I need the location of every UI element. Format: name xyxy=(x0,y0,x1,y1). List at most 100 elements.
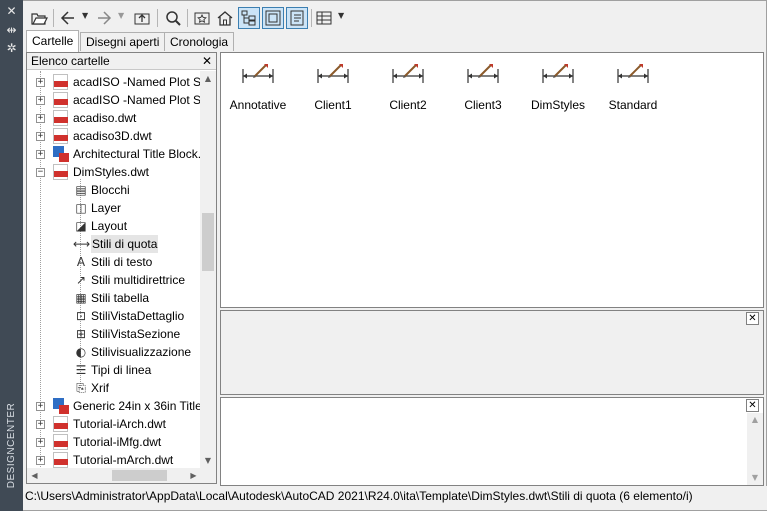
dwt-file-icon xyxy=(53,164,68,180)
detail-view-icon: ⊡ xyxy=(75,309,87,323)
content-area[interactable]: Annotative Client1 Client2 Client3 DimStyles… xyxy=(220,52,764,308)
scroll-thumb[interactable] xyxy=(202,213,214,271)
scroll-down-arrow[interactable]: ▼ xyxy=(200,453,216,469)
properties-icon[interactable]: ✲ xyxy=(5,42,18,55)
back-button[interactable] xyxy=(57,7,79,29)
tree-item-label: StiliVistaDettaglio xyxy=(91,309,185,323)
tree-item-label: Tutorial-iArch.dwt xyxy=(73,417,166,431)
palette-title-bar[interactable]: ✕ ⇹ ✲ DESIGNCENTER xyxy=(0,0,23,511)
tree-item-label: Stili tabella xyxy=(91,291,150,305)
dimstyle-item-label: Standard xyxy=(608,98,658,112)
load-icon xyxy=(31,13,48,25)
tree-item-label: Stilivisualizzazione xyxy=(91,345,192,359)
tab-history[interactable]: Cronologia xyxy=(164,32,235,51)
dimstyle-item[interactable]: Client3 xyxy=(448,61,518,112)
dwt-file-icon xyxy=(53,452,68,468)
dimstyle-icon xyxy=(542,64,574,83)
xref-icon: ⎘ xyxy=(76,381,86,395)
home-icon xyxy=(217,11,233,26)
views-button[interactable] xyxy=(313,7,335,29)
expand-icon[interactable]: + xyxy=(36,78,45,87)
expand-icon[interactable]: + xyxy=(36,420,45,429)
dimstyle-icon xyxy=(317,64,349,83)
dimstyle-icon xyxy=(617,64,649,83)
load-button[interactable] xyxy=(28,7,50,29)
tree-item-label: Stili multidirettrice xyxy=(91,273,186,287)
description-button[interactable] xyxy=(286,7,308,29)
dimstyle-icon xyxy=(392,64,424,83)
close-description-button[interactable]: ✕ xyxy=(746,399,759,412)
dimstyle-item[interactable]: Client1 xyxy=(298,61,368,112)
views-dropdown-arrow[interactable]: ▼ xyxy=(338,11,344,20)
favorites-icon xyxy=(194,12,210,25)
collapse-icon[interactable]: − xyxy=(36,168,45,177)
scroll-right-arrow[interactable]: ▶ xyxy=(186,468,201,483)
dimstyle-item[interactable]: Standard xyxy=(598,61,668,112)
back-icon xyxy=(60,11,74,25)
section-view-icon: ⊞ xyxy=(75,327,87,341)
tab-folders[interactable]: Cartelle xyxy=(26,30,80,52)
scroll-down-arrow[interactable]: ▼ xyxy=(747,471,763,485)
search-button[interactable] xyxy=(162,7,184,29)
tree-item-label: Tutorial-iMfg.dwt xyxy=(73,435,162,449)
scrollbar-corner xyxy=(200,468,216,483)
tree-item-label: DimStyles.dwt xyxy=(73,165,150,179)
close-preview-button[interactable]: ✕ xyxy=(746,312,759,325)
description-scrollbar[interactable]: ▲ ▼ xyxy=(747,413,763,485)
dwt-file-icon xyxy=(53,74,68,90)
textstyle-icon: A xyxy=(76,255,86,269)
preview-button[interactable] xyxy=(262,7,284,29)
dimstyle-icon: ⟷ xyxy=(73,237,91,251)
palette-title: DESIGNCENTER xyxy=(6,402,18,488)
up-button[interactable] xyxy=(131,7,153,29)
expand-icon[interactable]: + xyxy=(36,150,45,159)
views-icon xyxy=(316,11,332,25)
tree-item-label: Layout xyxy=(91,219,128,233)
expand-icon[interactable]: + xyxy=(36,114,45,123)
expand-icon[interactable]: + xyxy=(36,402,45,411)
toolbar-separator xyxy=(53,9,54,27)
home-button[interactable] xyxy=(214,7,236,29)
forward-button[interactable] xyxy=(93,7,115,29)
folder-list-title: Elenco cartelle xyxy=(31,54,110,68)
scroll-up-arrow[interactable]: ▲ xyxy=(747,413,763,427)
expand-icon[interactable]: + xyxy=(36,132,45,141)
close-icon[interactable]: ✕ xyxy=(202,54,212,68)
expand-icon[interactable]: + xyxy=(36,456,45,465)
tree-item-label: Architectural Title Block.dwt xyxy=(73,147,201,161)
layout-icon: ◪ xyxy=(75,219,87,233)
tree-item-label: acadISO -Named Plot Styles3D xyxy=(73,93,201,107)
folder-list-header: Elenco cartelle ✕ xyxy=(27,53,216,70)
title-block-icon xyxy=(53,398,69,414)
mleader-icon: ↗ xyxy=(75,273,87,287)
dimstyle-item-label: Client2 xyxy=(389,98,427,112)
dimstyle-item[interactable]: Annotative xyxy=(223,61,293,112)
horizontal-scrollbar[interactable]: ◀ ▶ xyxy=(27,468,201,483)
tree-view-toggle-icon xyxy=(241,10,256,26)
scroll-thumb[interactable] xyxy=(112,470,167,481)
visual-style-icon: ◐ xyxy=(75,345,87,359)
dwt-file-icon xyxy=(53,434,68,450)
vertical-scrollbar[interactable]: ▲ ▼ xyxy=(200,71,216,469)
tree-item-label: Layer xyxy=(91,201,122,215)
description-panel: ✕ ▲ ▼ xyxy=(220,397,764,486)
forward-dropdown-arrow[interactable]: ▼ xyxy=(118,11,124,20)
tree-item-label: StiliVistaSezione xyxy=(91,327,181,341)
scroll-left-arrow[interactable]: ◀ xyxy=(27,468,42,483)
autohide-icon[interactable]: ⇹ xyxy=(5,24,18,37)
dimstyle-item[interactable]: DimStyles xyxy=(523,61,593,112)
back-dropdown-arrow[interactable]: ▼ xyxy=(82,11,88,20)
favorites-button[interactable] xyxy=(191,7,213,29)
layers-icon: ◫ xyxy=(75,201,87,215)
dimstyle-item[interactable]: Client2 xyxy=(373,61,443,112)
expand-icon[interactable]: + xyxy=(36,438,45,447)
tree-view-toggle-button[interactable] xyxy=(238,7,260,29)
close-icon[interactable]: ✕ xyxy=(5,5,18,18)
dimstyle-icon xyxy=(467,64,499,83)
table-style-icon: ▦ xyxy=(75,291,87,305)
dimstyle-item-label: Annotative xyxy=(229,98,287,112)
tab-open-drawings[interactable]: Disegni aperti xyxy=(80,32,166,51)
folder-list-panel: Elenco cartelle ✕ + acadISO -Named Plot S… xyxy=(26,52,217,484)
expand-icon[interactable]: + xyxy=(36,96,45,105)
scroll-up-arrow[interactable]: ▲ xyxy=(200,71,216,87)
